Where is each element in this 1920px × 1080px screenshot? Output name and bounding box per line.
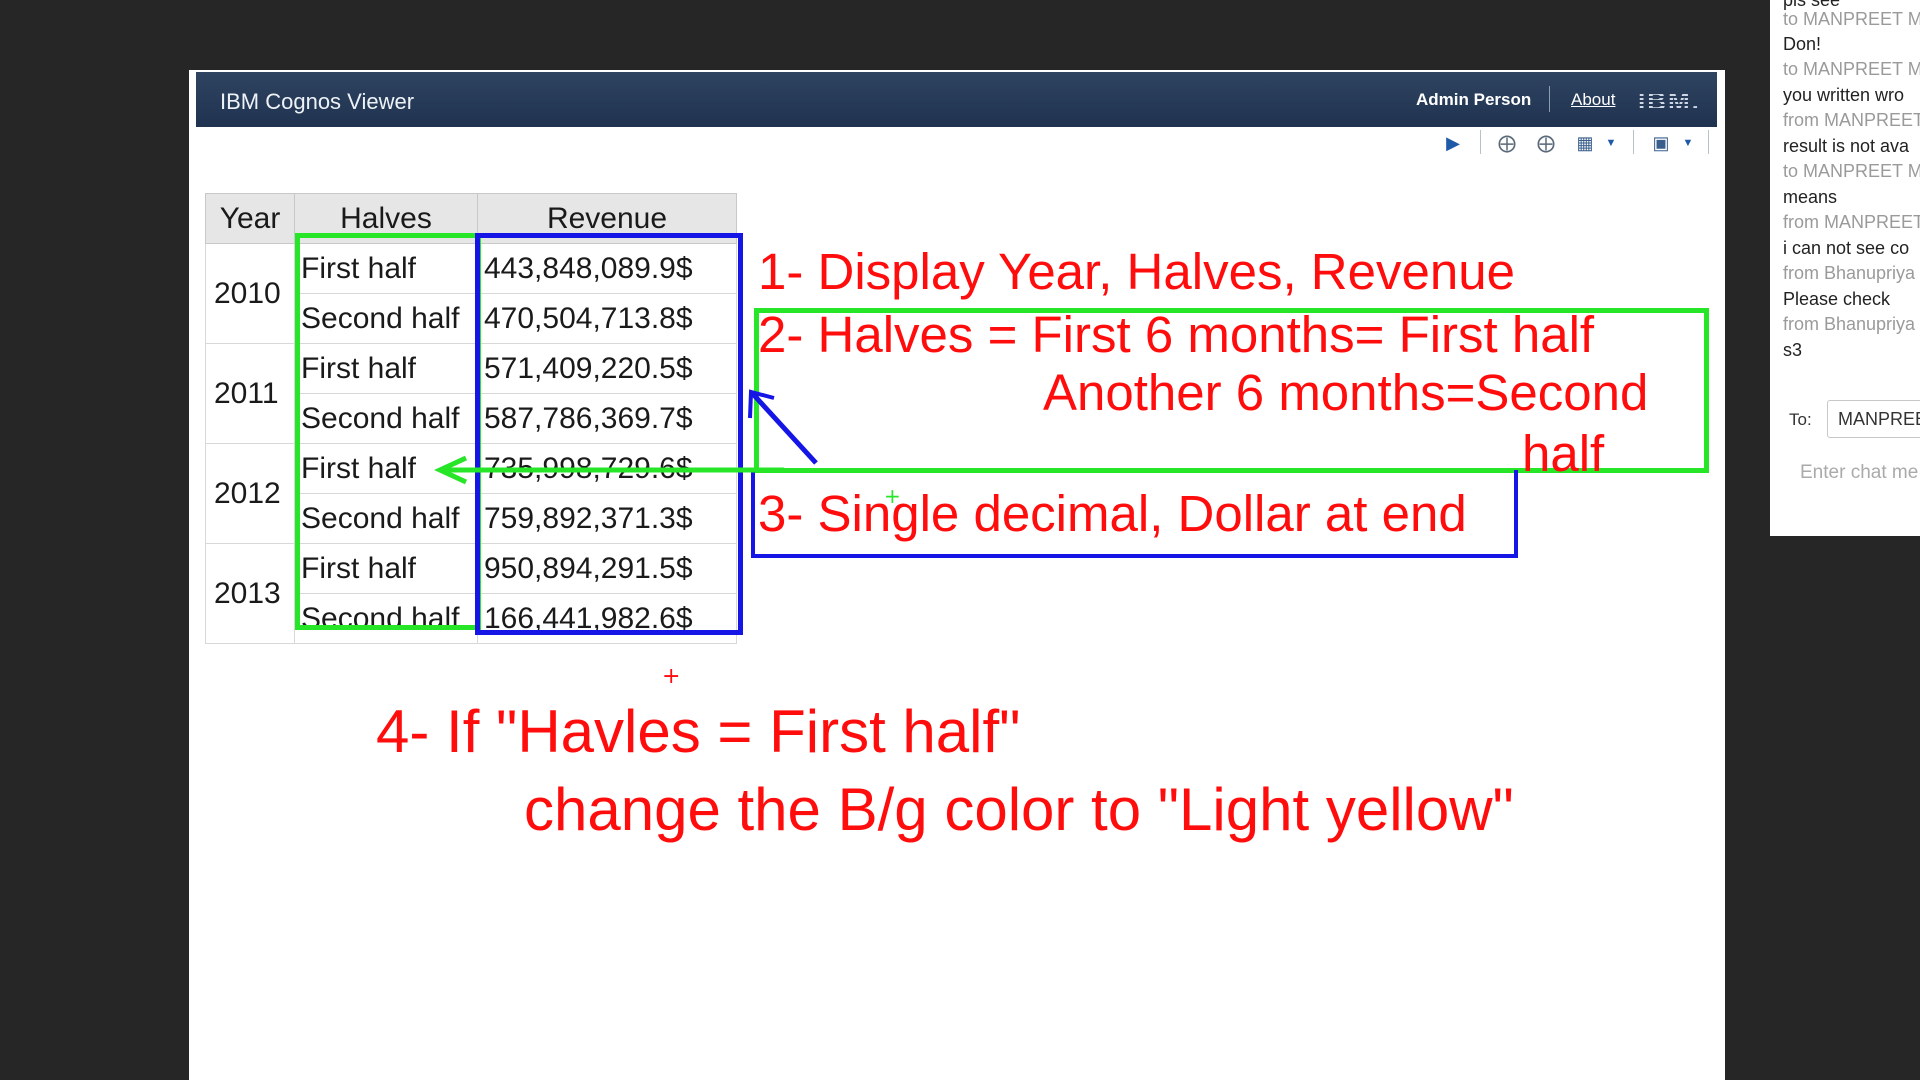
chat-message: s3 [1783, 340, 1803, 360]
column-header-year: Year [205, 193, 295, 244]
chat-meta: from Bhanupriya [1783, 314, 1916, 334]
revenue-highlight-box [475, 233, 743, 635]
user-name[interactable]: Admin Person [1416, 90, 1531, 110]
note-2-line-1: 2- Halves = First 6 months= First half [758, 306, 1595, 363]
go-to-icon[interactable]: ▦ [1574, 132, 1596, 154]
chat-recipient-field[interactable]: MANPREE [1827, 400, 1920, 438]
note-2-line-2: Another 6 months=Second [1043, 364, 1649, 421]
note-4-line-1: 4- If "Havles = First half" [376, 698, 1021, 765]
note-1: 1- Display Year, Halves, Revenue [758, 243, 1515, 300]
chat-message: means [1783, 187, 1838, 207]
year-cell: 2013 [205, 543, 295, 644]
year-cell: 2011 [205, 343, 295, 444]
note-2-line-3: half [1522, 425, 1605, 482]
toolbar-separator [1708, 130, 1709, 154]
viewer-banner: IBM Cognos Viewer Admin Person About IBM… [196, 72, 1717, 127]
chat-meta: to MANPREET MA [1783, 161, 1920, 181]
chat-meta: from MANPREET [1783, 212, 1920, 232]
chevron-down-icon[interactable]: ▼ [1677, 132, 1699, 154]
note-3: 3- Single decimal, Dollar at end [758, 485, 1467, 542]
run-icon[interactable]: ▶ [1442, 132, 1464, 154]
drill-up-icon[interactable]: ⨁ [1535, 132, 1557, 154]
chat-panel: pls see to MANPREET MA Don! to MANPREET … [1770, 0, 1920, 536]
toolbar-separator [1480, 130, 1481, 154]
chat-message: result is not ava [1783, 136, 1910, 156]
halves-highlight-box [295, 233, 481, 630]
toolbar-separator [1633, 130, 1634, 154]
chat-meta: to MANPREET MA [1783, 9, 1920, 29]
chat-message: Please check [1783, 289, 1891, 309]
chat-message: Don! [1783, 34, 1822, 54]
chat-message: i can not see co [1783, 238, 1910, 258]
year-cell: 2010 [205, 243, 295, 344]
app-title: IBM Cognos Viewer [220, 89, 415, 114]
about-link[interactable]: About [1571, 90, 1615, 110]
chat-input[interactable]: Enter chat me [1800, 462, 1920, 484]
chevron-down-icon[interactable]: ▼ [1600, 132, 1622, 154]
chat-meta: to MANPREET MA [1783, 59, 1920, 79]
ibm-logo: IBM. [1638, 86, 1701, 116]
drill-down-icon[interactable]: ⨁ [1496, 132, 1518, 154]
chat-meta: from MANPREET [1783, 110, 1920, 130]
chat-to-label: To: [1789, 410, 1812, 429]
banner-divider [1549, 86, 1550, 112]
note-4-line-2: change the B/g color to "Light yellow" [524, 776, 1514, 843]
chat-message: you written wro [1783, 85, 1905, 105]
keep-this-version-icon[interactable]: ▣ [1650, 132, 1672, 154]
year-cell: 2012 [205, 443, 295, 544]
chat-meta: from Bhanupriya [1783, 263, 1916, 283]
